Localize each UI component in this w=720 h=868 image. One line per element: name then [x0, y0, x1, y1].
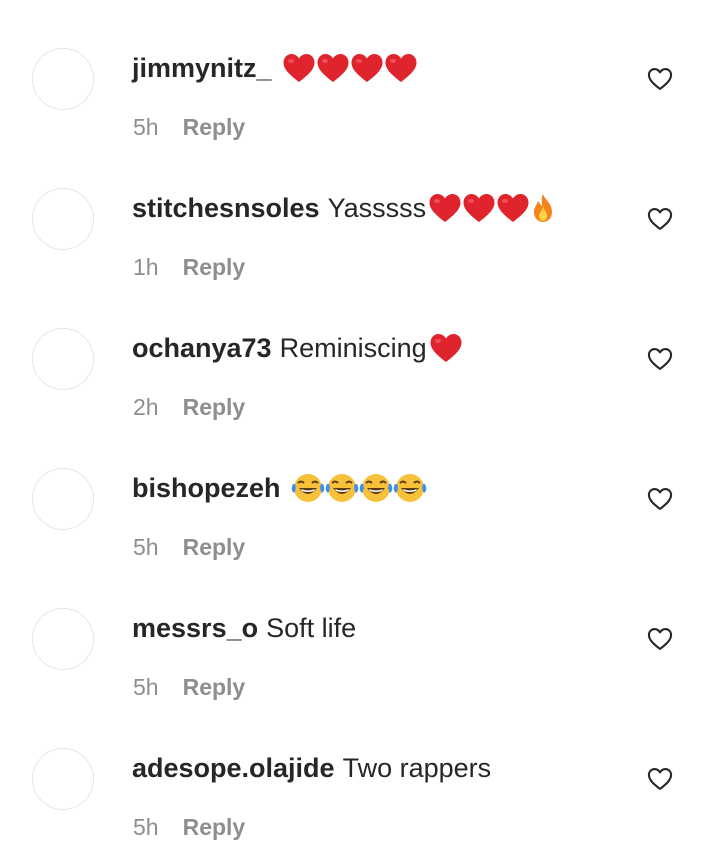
heart-emoji [496, 192, 530, 224]
reply-button[interactable]: Reply [183, 532, 246, 562]
comment-emojis [282, 52, 418, 84]
comment-text-line: messrs_o Soft life [132, 608, 358, 648]
comment-body: Soft life [266, 613, 357, 643]
avatar[interactable] [32, 748, 94, 810]
comment-body: Yasssss [327, 193, 427, 223]
comment-time: 5h [133, 674, 159, 700]
comment-item: adesope.olajide Two rappers 5h Reply [0, 700, 720, 840]
comment-body: Reminiscing [279, 333, 427, 363]
heart-outline-icon[interactable] [646, 485, 674, 513]
avatar[interactable] [32, 468, 94, 530]
heart-emoji [384, 52, 418, 84]
heart-outline-icon[interactable] [646, 765, 674, 793]
comment-meta: 5h Reply [133, 812, 245, 842]
comment-time: 5h [133, 814, 159, 840]
comment-item: messrs_o Soft life 5h Reply [0, 560, 720, 700]
heart-emoji [429, 332, 463, 364]
heart-outline-icon[interactable] [646, 625, 674, 653]
heart-emoji [428, 192, 462, 224]
avatar[interactable] [32, 188, 94, 250]
comment-emojis [429, 332, 463, 364]
reply-button[interactable]: Reply [183, 112, 246, 142]
avatar[interactable] [32, 608, 94, 670]
comments-list: jimmynitz_ 5h Reply stitchesnsoles Yasss… [0, 0, 720, 868]
comment-emojis [428, 192, 556, 224]
heart-outline-icon[interactable] [646, 345, 674, 373]
heart-emoji [316, 52, 350, 84]
heart-emoji [350, 52, 384, 84]
reply-button[interactable]: Reply [183, 392, 246, 422]
comment-text-line: stitchesnsoles Yasssss [132, 188, 556, 228]
comment-emojis [291, 472, 427, 504]
heart-outline-icon[interactable] [646, 205, 674, 233]
comment-username[interactable]: stitchesnsoles [132, 188, 320, 228]
heart-outline-icon[interactable] [646, 65, 674, 93]
comment-username[interactable]: bishopezeh [132, 468, 281, 508]
comment-username[interactable]: jimmynitz_ [132, 48, 272, 88]
comment-item: stitchesnsoles Yasssss 1h Reply [0, 140, 720, 280]
comment-item: bishopezeh 5h Reply [0, 420, 720, 560]
comment-time: 1h [133, 254, 159, 280]
comment-username[interactable]: messrs_o [132, 608, 258, 648]
avatar[interactable] [32, 48, 94, 110]
reply-button[interactable]: Reply [183, 252, 246, 282]
comment-body: Two rappers [342, 753, 492, 783]
comment-meta: 1h Reply [133, 252, 245, 282]
comment-time: 2h [133, 394, 159, 420]
laugh-emoji [359, 472, 393, 504]
reply-button[interactable]: Reply [183, 812, 246, 842]
laugh-emoji [325, 472, 359, 504]
comment-item: ochanya73 Reminiscing 2h Reply [0, 280, 720, 420]
comment-time: 5h [133, 534, 159, 560]
heart-emoji [462, 192, 496, 224]
fire-emoji [530, 192, 556, 224]
heart-emoji [282, 52, 316, 84]
comment-meta: 2h Reply [133, 392, 245, 422]
comment-meta: 5h Reply [133, 672, 245, 702]
comment-text-line: ochanya73 Reminiscing [132, 328, 463, 368]
avatar[interactable] [32, 328, 94, 390]
comment-text-line: bishopezeh [132, 468, 427, 508]
reply-button[interactable]: Reply [183, 672, 246, 702]
laugh-emoji [393, 472, 427, 504]
comment-meta: 5h Reply [133, 532, 245, 562]
laugh-emoji [291, 472, 325, 504]
comment-username[interactable]: adesope.olajide [132, 748, 335, 788]
comment-username[interactable]: ochanya73 [132, 328, 272, 368]
comment-item: jimmynitz_ 5h Reply [0, 0, 720, 140]
comment-text-line: jimmynitz_ [132, 48, 418, 88]
comment-text-line: adesope.olajide Two rappers [132, 748, 493, 788]
comment-time: 5h [133, 114, 159, 140]
comment-meta: 5h Reply [133, 112, 245, 142]
